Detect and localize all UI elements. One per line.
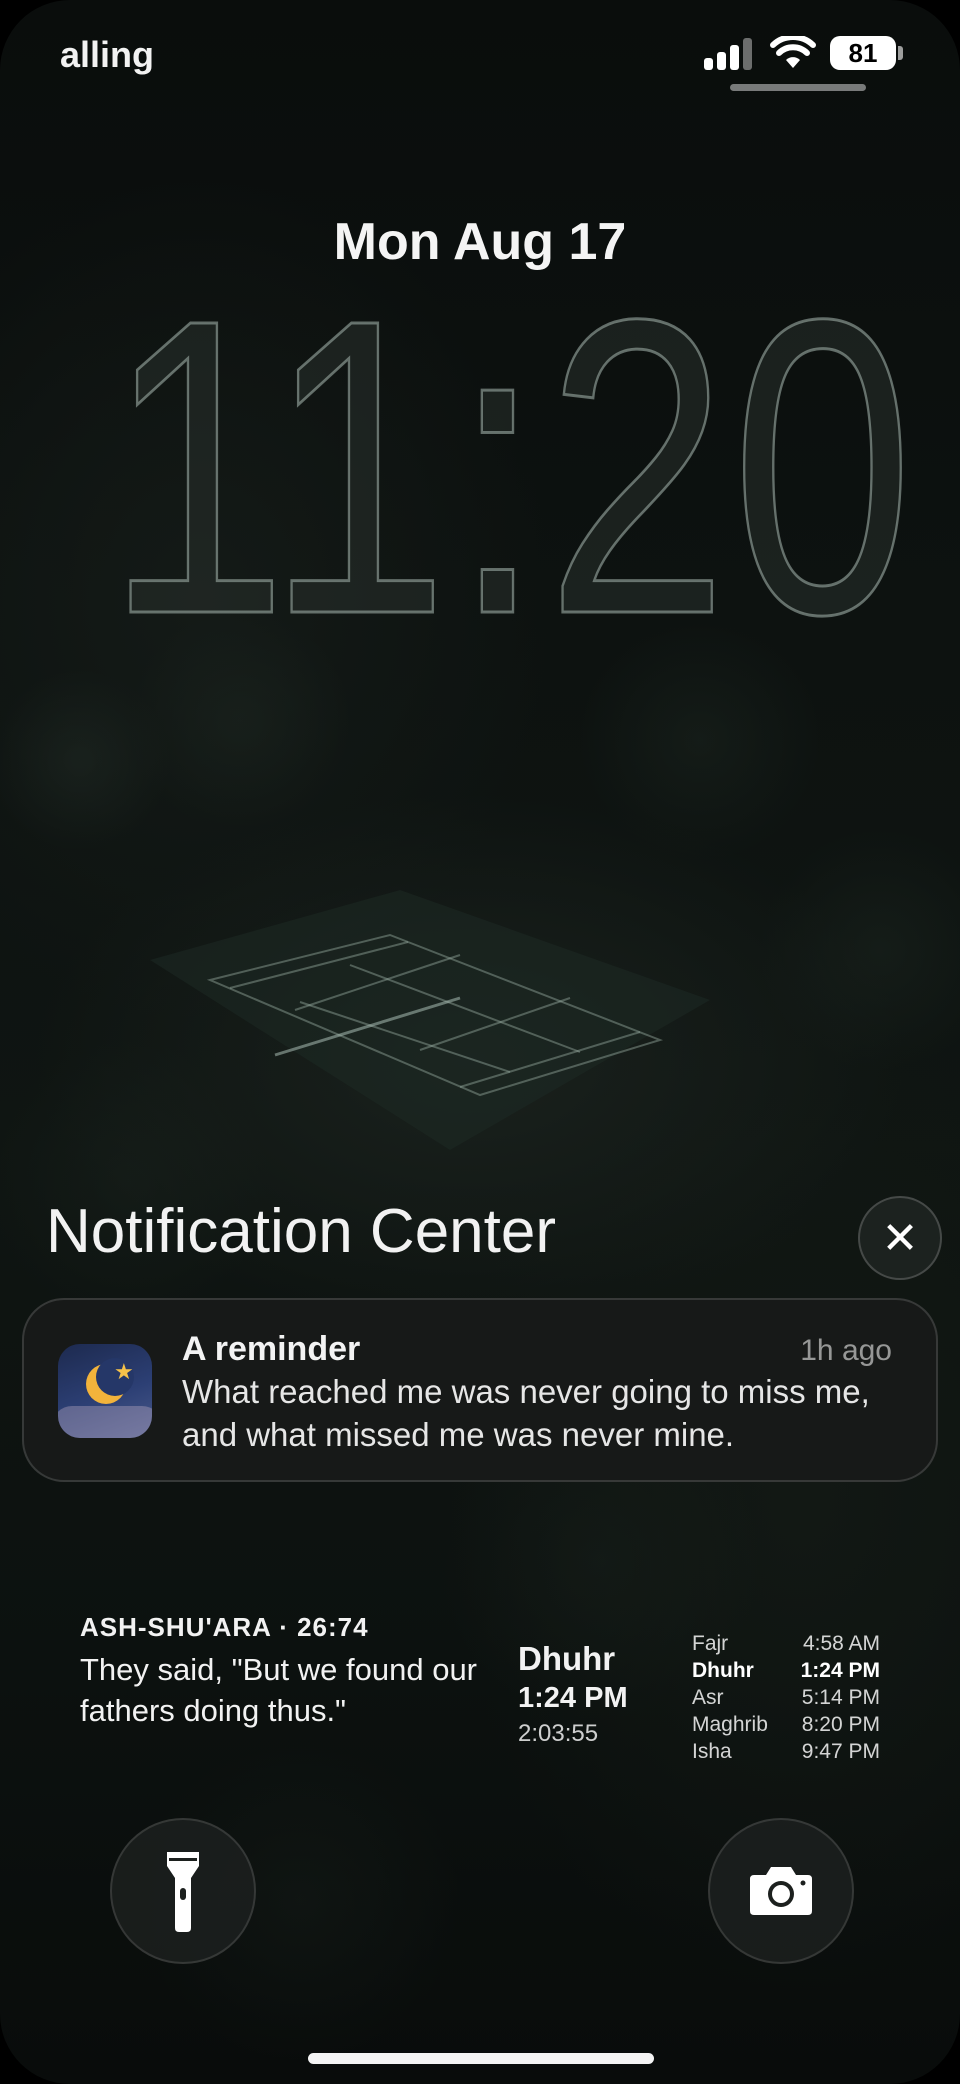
prayer-time: 8:20 PM bbox=[801, 1713, 880, 1736]
home-indicator[interactable] bbox=[308, 2053, 654, 2064]
battery-icon: 81 bbox=[830, 36, 896, 70]
verse-text: They said, "But we found our fathers doi… bbox=[80, 1652, 478, 1728]
prayer-row: Isha 9:47 PM bbox=[692, 1738, 880, 1765]
next-prayer-name: Dhuhr bbox=[518, 1640, 616, 1677]
notification-body: What reached me was never going to miss … bbox=[182, 1373, 870, 1453]
close-icon: ✕ bbox=[881, 1212, 919, 1264]
crescent-moon-app-icon: ★ bbox=[58, 1344, 152, 1438]
verse-widget[interactable]: ASH-SHU'ARA · 26:74 They said, "But we f… bbox=[80, 1612, 480, 1731]
prayer-time: 4:58 AM bbox=[802, 1632, 880, 1655]
prayer-row-active: Dhuhr 1:24 PM bbox=[692, 1657, 880, 1684]
next-prayer-time: 1:24 PM bbox=[518, 1682, 628, 1714]
prayer-countdown: 2:03:55 bbox=[518, 1720, 599, 1747]
close-notifications-button[interactable]: ✕ bbox=[858, 1196, 942, 1280]
prayer-name: Asr bbox=[692, 1686, 724, 1709]
prayer-name: Dhuhr bbox=[692, 1659, 754, 1682]
prayer-row: Fajr 4:58 AM bbox=[692, 1630, 880, 1657]
notification-card[interactable]: ★ A reminder 1h ago What reached me was … bbox=[22, 1298, 938, 1482]
notification-title: A reminder bbox=[182, 1330, 361, 1368]
prayer-time: 9:47 PM bbox=[801, 1740, 880, 1763]
prayer-times-widget[interactable]: Fajr 4:58 AM Dhuhr 1:24 PM Asr 5:14 PM M… bbox=[692, 1630, 880, 1765]
prayer-time: 5:14 PM bbox=[801, 1686, 880, 1709]
verse-reference: ASH-SHU'ARA · 26:74 bbox=[80, 1612, 369, 1642]
notification-time: 1h ago bbox=[800, 1334, 892, 1367]
tennis-court-wallpaper bbox=[150, 890, 710, 1150]
flashlight-button[interactable] bbox=[110, 1818, 256, 1964]
prayer-name: Maghrib bbox=[692, 1713, 768, 1736]
prayer-name: Fajr bbox=[692, 1632, 729, 1655]
lock-time: 11:20 bbox=[104, 233, 917, 702]
flashlight-icon bbox=[167, 1852, 199, 1932]
status-bar: alling 81 bbox=[0, 0, 960, 110]
control-center-indicator[interactable] bbox=[730, 84, 866, 91]
camera-button[interactable] bbox=[708, 1818, 854, 1964]
lock-screen: alling 81 Mon Aug 17 11:20 Notification … bbox=[0, 0, 960, 2084]
carrier-text: alling bbox=[60, 34, 155, 75]
camera-icon bbox=[750, 1867, 812, 1915]
prayer-time: 1:24 PM bbox=[800, 1659, 880, 1682]
notification-center-title: Notification Center bbox=[46, 1197, 557, 1266]
prayer-name: Isha bbox=[692, 1740, 732, 1763]
prayer-row: Maghrib 8:20 PM bbox=[692, 1711, 880, 1738]
prayer-row: Asr 5:14 PM bbox=[692, 1684, 880, 1711]
next-prayer-widget[interactable]: Dhuhr 1:24 PM 2:03:55 bbox=[518, 1640, 628, 1750]
wifi-icon bbox=[770, 36, 816, 68]
battery-nub bbox=[898, 46, 903, 60]
cellular-signal-icon bbox=[704, 38, 754, 70]
